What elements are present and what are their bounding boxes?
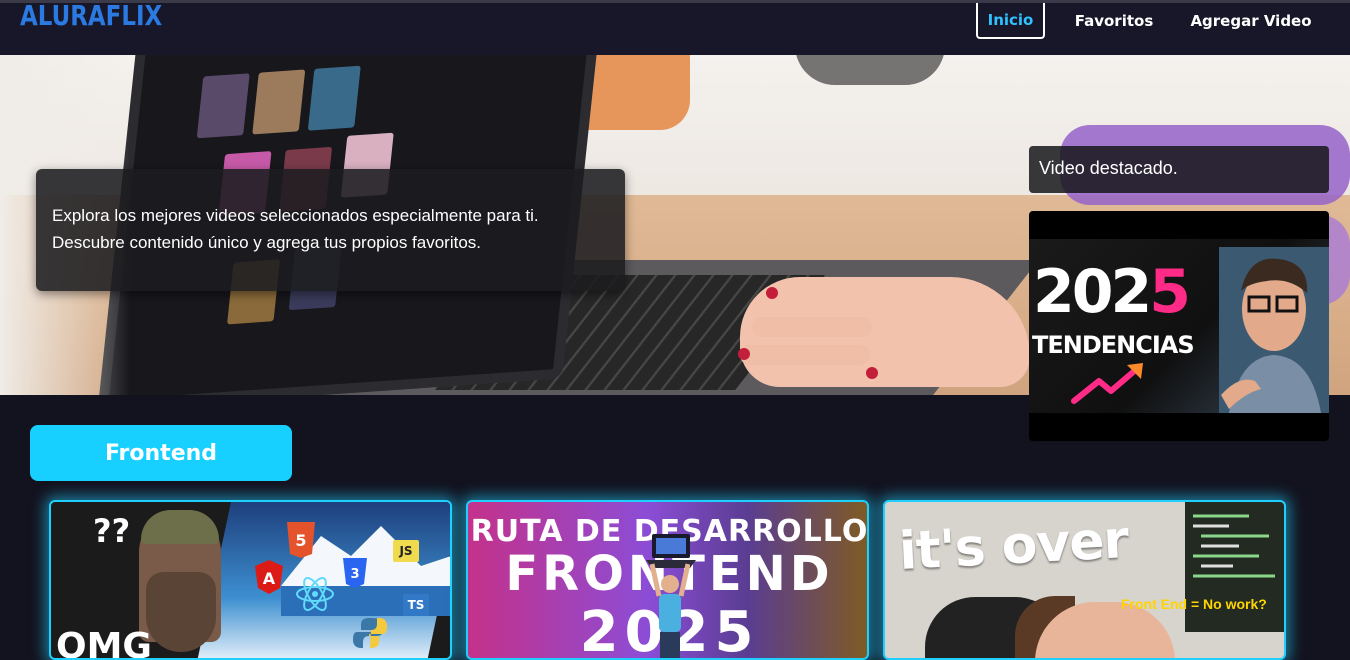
- trend-arrow-icon: [1071, 363, 1143, 404]
- svg-text:5: 5: [295, 531, 306, 550]
- svg-text:3: 3: [350, 567, 359, 582]
- featured-video-label: Video destacado.: [1029, 146, 1329, 193]
- featured-thumbnail-caption: TENDENCIAS: [1032, 331, 1195, 359]
- featured-thumbnail-year: 2025: [1033, 257, 1191, 327]
- hero-intro-box: Explora los mejores videos seleccionados…: [36, 169, 625, 291]
- angular-icon: A: [255, 560, 283, 594]
- hero-intro-line: Descubre contenido único y agrega tus pr…: [52, 233, 482, 252]
- finger-image: [752, 317, 872, 337]
- presenter-beard-image: [146, 572, 216, 652]
- presenter-cap-image: [141, 510, 219, 544]
- nail-image: [766, 287, 778, 299]
- presenter-image: [1219, 247, 1329, 413]
- presenter-image: [650, 563, 690, 658]
- video-thumbnail-subtitle: Front End = No work?: [1121, 596, 1267, 612]
- hero-intro-line: Explora los mejores videos seleccionados…: [52, 206, 539, 225]
- finger-image: [740, 345, 870, 365]
- video-card[interactable]: ?? 5 A 3 JS TS OMG: [49, 500, 452, 660]
- featured-video-thumbnail[interactable]: 2025 TENDENCIAS: [1029, 239, 1329, 413]
- category-frontend-button[interactable]: Frontend: [30, 425, 292, 481]
- nav-agregar-video[interactable]: Agregar Video: [1186, 3, 1316, 39]
- top-bar: ALURAFLIX Inicio Favoritos Agregar Video: [0, 0, 1350, 55]
- ts-icon: TS: [403, 594, 429, 616]
- nail-image: [738, 348, 750, 360]
- logo[interactable]: ALURAFLIX: [20, 0, 162, 32]
- nail-image: [866, 367, 878, 379]
- featured-video-card[interactable]: 2025 TENDENCIAS: [1029, 211, 1329, 441]
- nav-favoritos[interactable]: Favoritos: [1070, 3, 1158, 39]
- css3-icon: 3: [343, 558, 367, 588]
- video-card[interactable]: it's over Front End = No work?: [883, 500, 1286, 660]
- plant-pot-image: [795, 55, 945, 85]
- js-icon: JS: [393, 540, 419, 562]
- svg-text:A: A: [263, 569, 276, 588]
- react-icon: [296, 577, 334, 611]
- video-thumbnail-text: it's over: [897, 510, 1130, 582]
- html5-icon: 5: [287, 522, 315, 558]
- nav-inicio[interactable]: Inicio: [976, 3, 1045, 39]
- question-marks: ??: [93, 512, 131, 550]
- video-thumbnail-text: OMG: [56, 626, 152, 660]
- video-card[interactable]: RUTA DE DESARROLLO FRONTEND 2025: [466, 500, 869, 660]
